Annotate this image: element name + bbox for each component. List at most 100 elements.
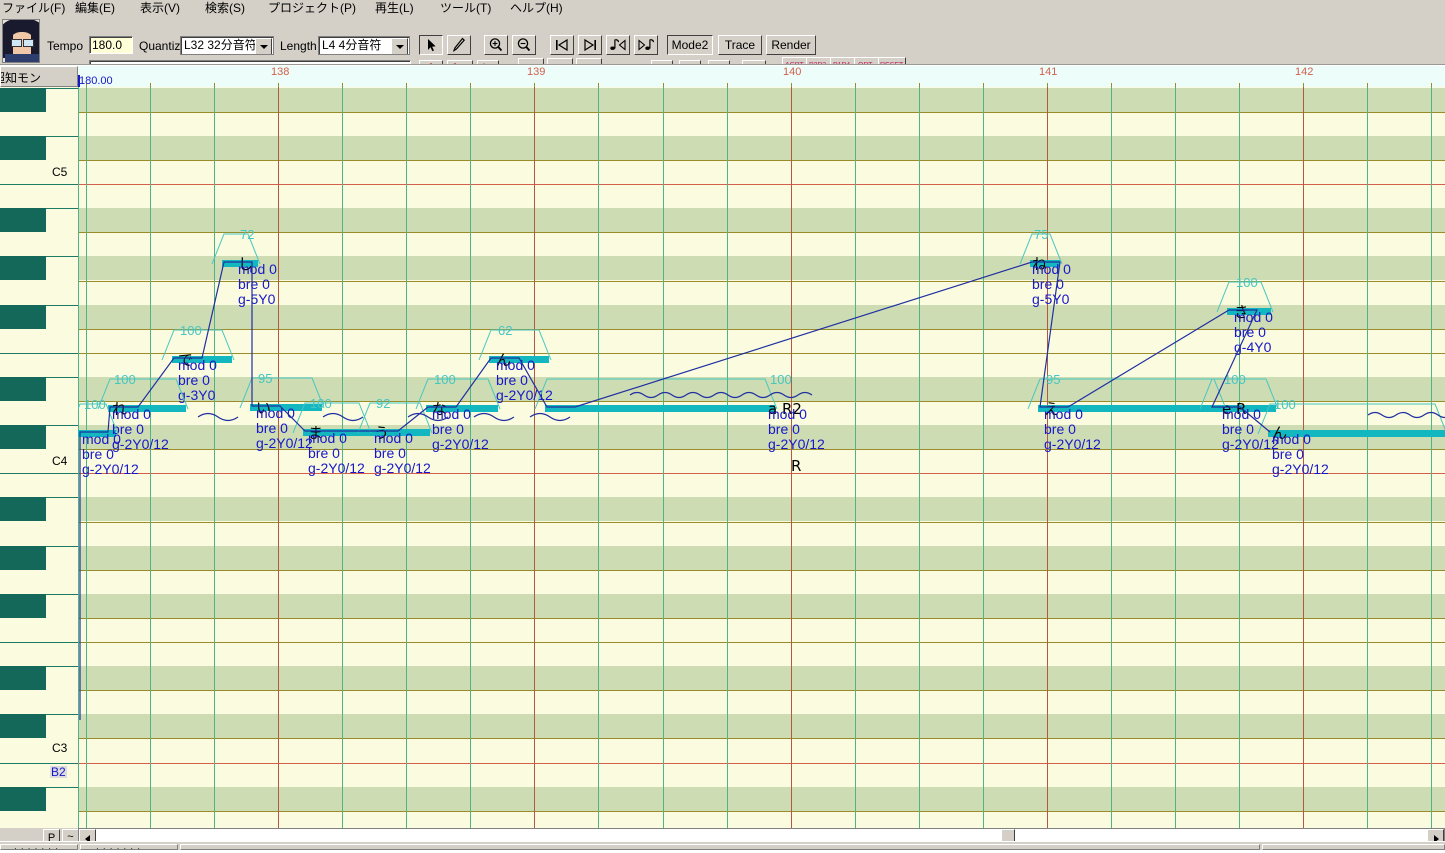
pencil-tool-button[interactable]	[447, 35, 471, 55]
tempo-label: Tempo	[47, 39, 84, 53]
go-to-start-button[interactable]	[550, 35, 574, 55]
tempo-input[interactable]: 180.0	[89, 36, 133, 54]
note-mod-flag: mod 0	[178, 357, 217, 373]
zoom-out-icon	[517, 38, 531, 52]
note-envelope-value: 75	[1034, 227, 1049, 242]
note-gender-flag: g-2Y0/12	[1222, 436, 1279, 452]
utau-main-window: ファイル(F) 編集(E) 表示(V) 検索(S) プロジェクト(P) 再生(L…	[0, 0, 1445, 853]
mode-button[interactable]: Mode2	[667, 35, 713, 55]
note-mod-flag: mod 0	[768, 406, 807, 422]
menu-item-search[interactable]: 検索(S)	[205, 0, 245, 16]
singer-avatar-icon[interactable]	[2, 19, 40, 63]
note-envelope-value: 92	[376, 396, 391, 411]
piano-black-key[interactable]	[0, 666, 46, 691]
track-name-tab[interactable]: 超知モン	[0, 66, 78, 87]
note-envelope-value: 100	[770, 372, 792, 387]
key-label-c5: C5	[52, 165, 68, 179]
chevron-down-icon[interactable]	[255, 38, 272, 54]
next-note-button[interactable]	[634, 35, 658, 55]
measure-number: 140	[783, 66, 802, 78]
note-gender-flag: g-2Y0/12	[1044, 436, 1101, 452]
toolbar: Tempo 180.0 Quantize L32 32分音符 Length L4…	[0, 16, 1445, 80]
note-envelope-value: 100	[114, 372, 136, 387]
note-bre-flag: bre 0	[496, 372, 528, 388]
note-gender-flag: g-2Y0/12	[374, 460, 431, 476]
note-bre-flag: bre 0	[112, 421, 144, 437]
note-envelope-value: 100	[310, 396, 332, 411]
tempo-ruler-value: 180.00	[79, 75, 113, 87]
go-to-start-icon	[556, 38, 568, 52]
note-bre-flag: bre 0	[238, 276, 270, 292]
zoom-out-button[interactable]	[512, 35, 536, 55]
note-gender-flag: g-4Y0	[1234, 339, 1272, 355]
note-envelope-value: 95	[258, 371, 273, 386]
measure-number: 142	[1295, 66, 1314, 78]
note-gender-flag: g-2Y0/12	[82, 461, 139, 477]
next-note-icon	[638, 38, 655, 51]
note-mod-flag: mod 0	[1032, 261, 1071, 277]
previous-note-button[interactable]	[606, 35, 630, 55]
chevron-down-icon[interactable]	[391, 38, 408, 54]
trace-button[interactable]: Trace	[718, 35, 762, 55]
piano-black-key[interactable]	[0, 304, 46, 329]
piano-black-key[interactable]	[0, 208, 46, 233]
menu-item-help[interactable]: ヘルプ(H)	[510, 0, 563, 16]
key-label-c4: C4	[52, 454, 68, 468]
piano-black-key[interactable]	[0, 593, 46, 618]
menu-item-file[interactable]: ファイル(F)	[2, 0, 65, 16]
render-button[interactable]: Render	[766, 35, 816, 55]
note-mod-flag: mod 0	[238, 261, 277, 277]
note-envelope-value: 62	[498, 323, 513, 338]
note-envelope-value: 100	[1274, 397, 1296, 412]
measure-number: 141	[1039, 66, 1058, 78]
note-gender-flag: g-2Y0/12	[112, 436, 169, 452]
status-segment	[180, 844, 1260, 850]
piano-black-key[interactable]	[0, 545, 46, 570]
piano-black-key[interactable]	[0, 497, 46, 522]
piano-keyboard[interactable]: C5 C4 C3 B2	[0, 87, 78, 828]
pencil-icon	[452, 37, 466, 52]
note-gender-flag: g-2Y0/12	[256, 435, 313, 451]
note-bre-flag: bre 0	[308, 445, 340, 461]
track-name-label: 超知モン	[1, 71, 42, 85]
piano-black-key[interactable]	[0, 786, 46, 811]
status-segment	[1262, 844, 1445, 850]
note-mod-flag: mod 0	[432, 406, 471, 422]
quantize-select[interactable]: L32 32分音符	[180, 36, 274, 55]
note-envelope-value: 95	[1046, 372, 1061, 387]
note-mod-flag: mod 0	[1272, 431, 1311, 447]
note-bre-flag: bre 0	[82, 446, 114, 462]
select-tool-button[interactable]	[419, 35, 443, 55]
note-gender-flag: g-2Y0/12	[496, 387, 553, 403]
length-select[interactable]: L4 4分音符	[318, 36, 410, 55]
menu-item-view[interactable]: 表示(V)	[140, 0, 180, 16]
piano-black-key[interactable]	[0, 376, 46, 401]
note-gender-flag: g-2Y0/12	[768, 436, 825, 452]
zoom-in-icon	[489, 38, 503, 52]
length-value: L4 4分音符	[322, 38, 382, 52]
previous-note-icon	[610, 38, 626, 51]
note-mod-flag: mod 0	[496, 357, 535, 373]
rest-marker: R	[791, 457, 802, 475]
measure-ruler[interactable]: 180.00 138 139 140 141 142	[78, 66, 1445, 88]
note-bre-flag: bre 0	[1272, 446, 1304, 462]
piano-black-key[interactable]	[0, 87, 46, 112]
key-label-b2[interactable]: B2	[50, 766, 67, 778]
note-grid[interactable]: 100 mod 0 bre 0 g-2Y0/12 100 れ mod 0 bre 0 g-2Y0…	[78, 87, 1445, 828]
note-gender-flag: g-3Y0	[178, 387, 216, 403]
menu-item-edit[interactable]: 編集(E)	[75, 0, 115, 16]
zoom-in-button[interactable]	[484, 35, 508, 55]
note-mod-flag: mod 0	[112, 406, 151, 422]
piano-black-key[interactable]	[0, 714, 46, 739]
piano-black-key[interactable]	[0, 256, 46, 281]
menu-item-tools[interactable]: ツール(T)	[440, 0, 491, 16]
note-gender-flag: g-2Y0/12	[308, 460, 365, 476]
menu-item-project[interactable]: プロジェクト(P)	[268, 0, 356, 16]
piano-black-key[interactable]	[0, 135, 46, 160]
menu-bar: ファイル(F) 編集(E) 表示(V) 検索(S) プロジェクト(P) 再生(L…	[0, 0, 1445, 16]
menu-item-play[interactable]: 再生(L)	[375, 0, 414, 16]
go-to-end-button[interactable]	[578, 35, 602, 55]
note-bar[interactable]	[545, 405, 775, 412]
piano-black-key[interactable]	[0, 425, 46, 450]
note-envelope-value: 72	[240, 227, 255, 242]
